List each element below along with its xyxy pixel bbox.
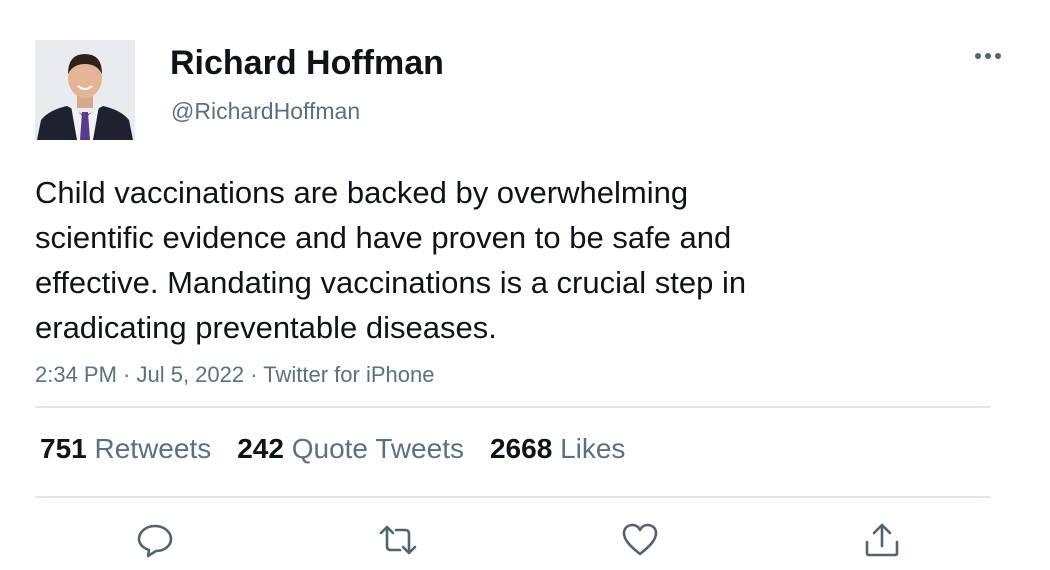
retweets-stat[interactable]: 751 Retweets: [40, 432, 211, 466]
heart-icon: [622, 523, 658, 556]
share-button[interactable]: [862, 520, 902, 560]
reply-icon: [137, 524, 173, 558]
reply-button[interactable]: [135, 520, 175, 560]
retweet-button[interactable]: [378, 520, 418, 560]
avatar[interactable]: [35, 40, 135, 140]
user-handle[interactable]: @RichardHoffman: [171, 97, 360, 125]
like-button[interactable]: [620, 520, 660, 560]
likes-count: 2668: [489, 433, 553, 464]
likes-stat[interactable]: 2668 Likes: [490, 432, 625, 466]
divider: [35, 406, 990, 408]
engagement-stats: 751 Retweets 242 Quote Tweets 2668 Likes: [40, 432, 651, 466]
retweets-count: 751: [40, 433, 87, 464]
profile-photo-icon: [35, 40, 135, 140]
display-name[interactable]: Richard Hoffman: [170, 43, 444, 83]
retweets-label: Retweets: [94, 433, 212, 464]
share-icon: [865, 523, 899, 557]
tweet-timestamp[interactable]: 2:34 PM · Jul 5, 2022 · Twitter for iPho…: [35, 361, 434, 389]
likes-label: Likes: [560, 433, 626, 464]
quote-tweets-count: 242: [237, 433, 284, 464]
more-icon[interactable]: [972, 48, 1004, 64]
quote-tweets-label: Quote Tweets: [291, 433, 464, 464]
quote-tweets-stat[interactable]: 242 Quote Tweets: [237, 432, 464, 466]
retweet-icon: [379, 525, 417, 555]
tweet-text: Child vaccinations are backed by overwhe…: [35, 175, 747, 345]
divider: [35, 496, 990, 498]
